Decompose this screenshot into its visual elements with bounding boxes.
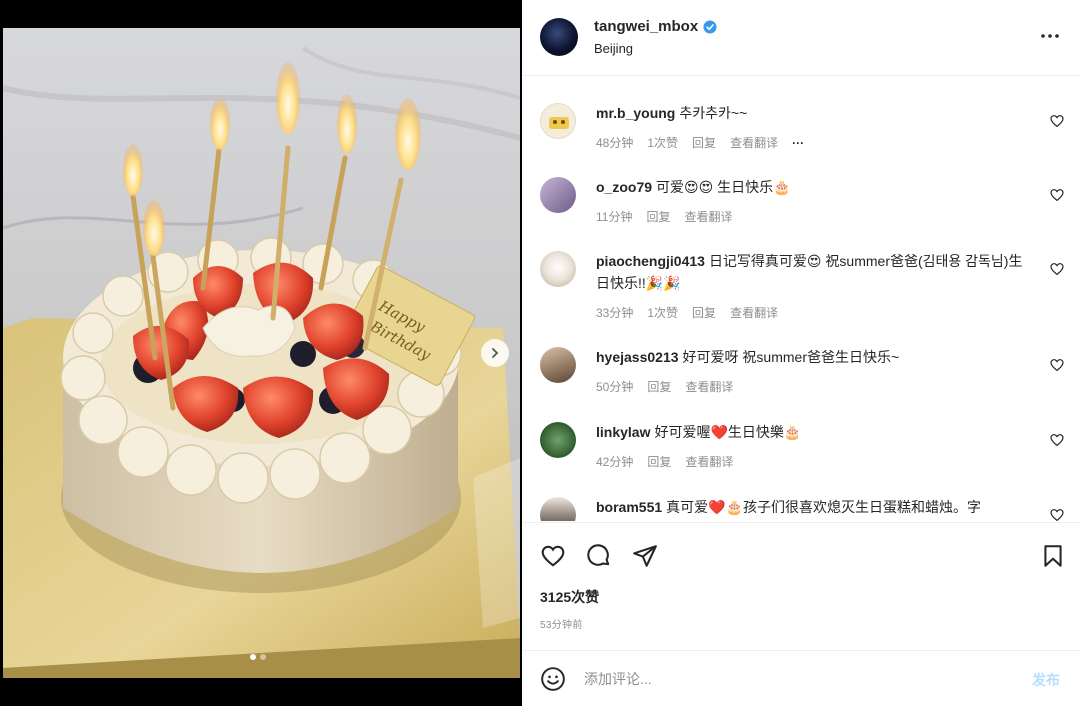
post-location[interactable]: Beijing [594, 41, 633, 56]
comment-content: 好可爱呀 祝summer爸爸生日快乐~ [682, 349, 900, 365]
comment-content: 추카추카~~ [679, 105, 748, 121]
comment-text: mr.b_young 추카추카~~ [596, 102, 1036, 124]
heart-icon[interactable] [1049, 261, 1065, 277]
comment-more-options[interactable]: ··· [792, 136, 804, 150]
commenter-avatar[interactable] [540, 251, 576, 287]
carousel-dot [260, 654, 266, 660]
comment-icon[interactable] [586, 543, 612, 569]
comment-text: boram551 真可爱❤️🎂孩子们很喜欢熄灭生日蛋糕和蜡烛。字 [596, 496, 1036, 518]
commenter-username[interactable]: hyejass0213 [596, 349, 679, 365]
owner-username-row: tangwei_mbox [594, 18, 717, 35]
comment-list[interactable]: mr.b_young 추카추카~~ 48分钟 1次赞 回复 查看翻译 ··· o_… [522, 77, 1080, 521]
reply-button[interactable]: 回复 [647, 378, 671, 395]
comment-time: 11分钟 [596, 210, 633, 224]
commenter-avatar[interactable] [540, 347, 576, 383]
carousel-dot-active [250, 654, 256, 660]
see-translation-button[interactable]: 查看翻译 [685, 453, 733, 470]
reply-button[interactable]: 回复 [692, 134, 716, 151]
chevron-right-icon [492, 348, 499, 358]
comment-content: 真可爱❤️🎂孩子们很喜欢熄灭生日蛋糕和蜡烛。字 [666, 499, 982, 515]
heart-icon[interactable] [1049, 187, 1065, 203]
comment-time: 48分钟 [596, 136, 634, 150]
comment-meta: 48分钟 1次赞 回复 查看翻译 ··· [596, 134, 804, 151]
comment-text: o_zoo79 可爱😍😍 生日快乐🎂 [596, 176, 1036, 198]
emoji-icon[interactable] [540, 666, 566, 692]
comment-text: linkylaw 好可爱喔❤️生日快樂🎂 [596, 421, 1036, 443]
commenter-username[interactable]: linkylaw [596, 424, 650, 440]
comment-meta: 50分钟 回复 查看翻译 [596, 378, 733, 395]
carousel-indicator [250, 654, 266, 660]
share-icon[interactable] [632, 543, 658, 569]
bookmark-icon[interactable] [1040, 543, 1066, 569]
see-translation-button[interactable]: 查看翻译 [684, 208, 732, 225]
reply-button[interactable]: 回复 [646, 208, 670, 225]
comment-time: 50分钟 [596, 380, 634, 394]
owner-avatar[interactable] [540, 18, 578, 56]
next-image-button[interactable] [481, 339, 509, 367]
commenter-username[interactable]: mr.b_young [596, 105, 675, 121]
comment-content: 好可爱喔❤️生日快樂🎂 [654, 424, 802, 440]
see-translation-button[interactable]: 查看翻译 [730, 134, 778, 151]
post-timestamp: 53分钟前 [540, 620, 583, 631]
post-side-panel: tangwei_mbox Beijing mr.b_young 추카추카~~ 48… [522, 0, 1080, 706]
commenter-username[interactable]: piaochengji0413 [596, 253, 705, 269]
heart-icon[interactable] [1049, 507, 1065, 521]
post-comment-button[interactable]: 发布 [1032, 670, 1060, 690]
reply-button[interactable]: 回复 [647, 453, 671, 470]
see-translation-button[interactable]: 查看翻译 [730, 304, 778, 321]
commenter-username[interactable]: boram551 [596, 499, 662, 515]
commenter-avatar[interactable] [540, 177, 576, 213]
post-actions: 3125次赞 53分钟前 [522, 522, 1080, 650]
post-media: Happy Birthday [0, 0, 522, 706]
comment-likes[interactable]: 1次赞 [647, 134, 678, 151]
like-count[interactable]: 3125次赞 [540, 587, 599, 607]
commenter-avatar[interactable] [540, 103, 576, 139]
post-photo-birthday-cake: Happy Birthday [3, 28, 520, 678]
post-header: tangwei_mbox Beijing [522, 0, 1080, 76]
comment-meta: 33分钟 1次赞 回复 查看翻译 [596, 304, 778, 321]
reply-button[interactable]: 回复 [692, 304, 716, 321]
comment-meta: 42分钟 回复 查看翻译 [596, 453, 733, 470]
comment-time: 42分钟 [596, 455, 634, 469]
comment-text: piaochengji0413 日记写得真可爱😍 祝summer爸爸(김태용 감독… [596, 250, 1036, 294]
more-options-icon[interactable] [1038, 26, 1062, 46]
comment-composer: 发布 [522, 650, 1080, 706]
commenter-avatar[interactable] [540, 497, 576, 521]
commenter-avatar[interactable] [540, 422, 576, 458]
comment-likes[interactable]: 1次赞 [647, 304, 678, 321]
heart-icon[interactable] [1049, 432, 1065, 448]
verified-badge-icon [703, 20, 717, 33]
comment-time: 33分钟 [596, 306, 634, 320]
heart-icon[interactable] [1049, 113, 1065, 129]
see-translation-button[interactable]: 查看翻译 [685, 378, 733, 395]
owner-username[interactable]: tangwei_mbox [594, 18, 698, 35]
comment-content: 可爱😍😍 生日快乐🎂 [656, 179, 791, 195]
heart-icon[interactable] [1049, 357, 1065, 373]
commenter-username[interactable]: o_zoo79 [596, 179, 652, 195]
comment-meta: 11分钟 回复 查看翻译 [596, 208, 733, 225]
comment-input[interactable] [584, 667, 1004, 691]
heart-icon[interactable] [540, 543, 566, 569]
comment-text: hyejass0213 好可爱呀 祝summer爸爸生日快乐~ [596, 346, 1036, 368]
